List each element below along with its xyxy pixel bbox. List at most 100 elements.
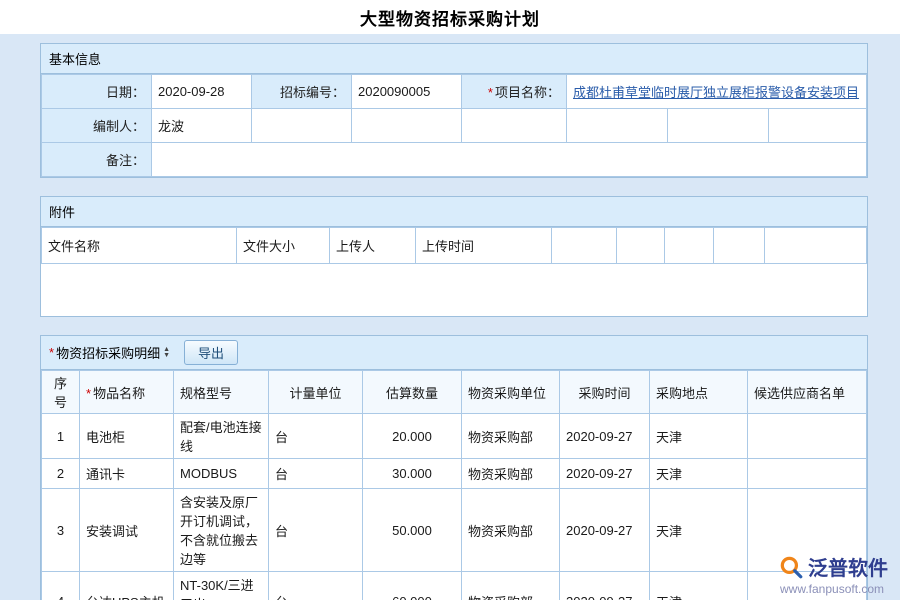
required-mark: * xyxy=(86,386,91,401)
empty-cell xyxy=(552,228,617,264)
col-header-no: 序号 xyxy=(42,371,80,414)
cell-dept: 物资采购部 xyxy=(462,459,560,489)
basic-info-section: 基本信息 日期： 2020-09-28 招标编号： 2020090005 *项目… xyxy=(40,43,868,178)
project-link[interactable]: 成都杜甫草堂临时展厅独立展柜报警设备安装项目 xyxy=(573,85,859,100)
cell-date: 2020-09-27 xyxy=(560,489,650,572)
attachments-header: 附件 xyxy=(41,197,867,227)
col-header-file-name: 文件名称 xyxy=(42,228,237,264)
sort-control[interactable]: ▲ ▼ xyxy=(163,347,170,359)
empty-cell xyxy=(252,109,352,143)
col-header-uploader: 上传人 xyxy=(330,228,416,264)
empty-cell xyxy=(765,228,867,264)
col-header-spec: 规格型号 xyxy=(174,371,269,414)
export-button[interactable]: 导出 xyxy=(184,340,238,365)
table-row: 1 电池柜 配套/电池连接线 台 20.000 物资采购部 2020-09-27… xyxy=(42,414,867,459)
empty-cell xyxy=(714,228,765,264)
col-header-suppliers: 候选供应商名单 xyxy=(748,371,867,414)
col-header-file-size: 文件大小 xyxy=(237,228,330,264)
empty-cell xyxy=(567,109,668,143)
empty-cell xyxy=(462,109,567,143)
attachments-section: 附件 文件名称 文件大小 上传人 上传时间 xyxy=(40,196,868,317)
col-header-item-name: *物品名称 xyxy=(80,371,174,414)
cell-place: 天津 xyxy=(650,489,748,572)
fanpu-logo-icon xyxy=(778,554,804,580)
col-header-qty: 估算数量 xyxy=(363,371,462,414)
col-header-dept: 物资采购单位 xyxy=(462,371,560,414)
empty-cell xyxy=(352,109,462,143)
cell-qty: 30.000 xyxy=(363,459,462,489)
attachments-table: 文件名称 文件大小 上传人 上传时间 xyxy=(41,227,867,264)
cell-suppliers xyxy=(748,459,867,489)
empty-cell xyxy=(665,228,714,264)
date-label: 日期： xyxy=(42,75,152,109)
cell-unit: 台 xyxy=(269,459,363,489)
table-row: 2 通讯卡 MODBUS 台 30.000 物资采购部 2020-09-27 天… xyxy=(42,459,867,489)
cell-dept: 物资采购部 xyxy=(462,572,560,600)
cell-spec: 配套/电池连接线 xyxy=(174,414,269,459)
details-header-bar: * 物资招标采购明细 ▲ ▼ 导出 xyxy=(41,336,867,370)
cell-qty: 20.000 xyxy=(363,414,462,459)
brand-footer: 泛普软件 www.fanpusoft.com xyxy=(778,552,888,596)
table-header-row: 序号 *物品名称 规格型号 计量单位 估算数量 物资采购单位 采购时间 采购地点… xyxy=(42,371,867,414)
cell-date: 2020-09-27 xyxy=(560,414,650,459)
cell-place: 天津 xyxy=(650,414,748,459)
remark-value xyxy=(152,143,867,177)
remark-label: 备注： xyxy=(42,143,152,177)
brand-row: 泛普软件 xyxy=(778,552,888,581)
page-title: 大型物资招标采购计划 xyxy=(360,5,540,30)
cell-place: 天津 xyxy=(650,459,748,489)
cell-qty: 50.000 xyxy=(363,489,462,572)
empty-cell xyxy=(668,109,769,143)
col-header-upload-time: 上传时间 xyxy=(416,228,552,264)
details-table: 序号 *物品名称 规格型号 计量单位 估算数量 物资采购单位 采购时间 采购地点… xyxy=(41,370,867,600)
project-value-cell: 成都杜甫草堂临时展厅独立展柜报警设备安装项目 xyxy=(567,75,867,109)
cell-dept: 物资采购部 xyxy=(462,414,560,459)
cell-name: 台达UPS主机 xyxy=(80,572,174,600)
cell-no: 2 xyxy=(42,459,80,489)
required-mark: * xyxy=(49,345,54,360)
date-value: 2020-09-28 xyxy=(152,75,252,109)
bid-no-label: 招标编号： xyxy=(252,75,352,109)
compiler-label: 编制人： xyxy=(42,109,152,143)
bid-no-value: 2020090005 xyxy=(352,75,462,109)
required-mark: * xyxy=(488,85,493,100)
cell-dept: 物资采购部 xyxy=(462,489,560,572)
cell-no: 4 xyxy=(42,572,80,600)
cell-suppliers xyxy=(748,414,867,459)
cell-unit: 台 xyxy=(269,414,363,459)
sort-down-icon: ▼ xyxy=(163,353,170,359)
compiler-value: 龙波 xyxy=(152,109,252,143)
basic-info-table: 日期： 2020-09-28 招标编号： 2020090005 *项目名称： 成… xyxy=(41,74,867,177)
cell-unit: 台 xyxy=(269,572,363,600)
details-title: 物资招标采购明细 xyxy=(56,343,160,362)
col-header-place: 采购地点 xyxy=(650,371,748,414)
table-row: 编制人： 龙波 xyxy=(42,109,867,143)
cell-spec: MODBUS xyxy=(174,459,269,489)
empty-cell xyxy=(769,109,867,143)
cell-unit: 台 xyxy=(269,489,363,572)
cell-date: 2020-09-27 xyxy=(560,572,650,600)
cell-name: 通讯卡 xyxy=(80,459,174,489)
col-header-unit: 计量单位 xyxy=(269,371,363,414)
cell-name: 电池柜 xyxy=(80,414,174,459)
cell-no: 1 xyxy=(42,414,80,459)
title-bar: 大型物资招标采购计划 xyxy=(0,0,900,34)
table-row: 备注： xyxy=(42,143,867,177)
attachments-empty-area xyxy=(41,264,867,316)
cell-spec: NT-30K/三进三出，30KVA/24KW xyxy=(174,572,269,600)
content-area: 基本信息 日期： 2020-09-28 招标编号： 2020090005 *项目… xyxy=(0,34,900,600)
table-row: 文件名称 文件大小 上传人 上传时间 xyxy=(42,228,867,264)
basic-info-header: 基本信息 xyxy=(41,44,867,74)
details-section: * 物资招标采购明细 ▲ ▼ 导出 序号 *物品名称 规格型号 计量单位 估算数… xyxy=(40,335,868,600)
table-row: 日期： 2020-09-28 招标编号： 2020090005 *项目名称： 成… xyxy=(42,75,867,109)
brand-name: 泛普软件 xyxy=(808,552,888,581)
cell-name: 安装调试 xyxy=(80,489,174,572)
cell-qty: 60.000 xyxy=(363,572,462,600)
table-row: 4 台达UPS主机 NT-30K/三进三出，30KVA/24KW 台 60.00… xyxy=(42,572,867,600)
col-header-date: 采购时间 xyxy=(560,371,650,414)
table-row: 3 安装调试 含安装及原厂开订机调试，不含就位搬去边等 台 50.000 物资采… xyxy=(42,489,867,572)
cell-date: 2020-09-27 xyxy=(560,459,650,489)
empty-cell xyxy=(617,228,665,264)
cell-place: 天津 xyxy=(650,572,748,600)
brand-url: www.fanpusoft.com xyxy=(778,582,888,596)
